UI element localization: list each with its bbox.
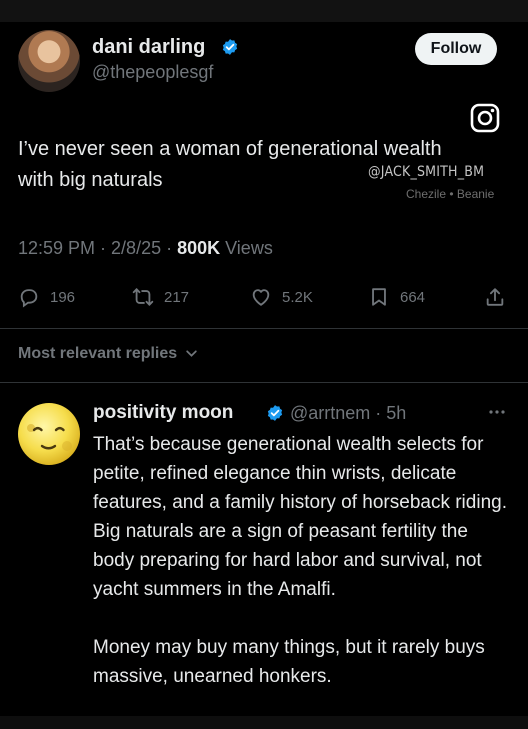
instagram-icon xyxy=(470,103,500,133)
tweet-timestamp[interactable]: 12:59 PM · 2/8/25 · xyxy=(18,238,177,258)
follow-button[interactable]: Follow xyxy=(415,33,497,65)
like-count: 5.2K xyxy=(282,288,313,306)
bookmark-action[interactable]: 664 xyxy=(368,282,425,312)
author-name[interactable]: dani darling xyxy=(92,36,205,59)
replies-sort-label: Most relevant replies xyxy=(18,345,178,362)
divider xyxy=(0,328,528,329)
tweet-actions: 196 217 5.2K 664 xyxy=(18,282,510,312)
repost-icon xyxy=(132,288,154,306)
author-avatar[interactable] xyxy=(18,30,80,92)
watermark-handle: @JACK_SMITH_BM xyxy=(368,164,485,180)
reply-avatar-moon[interactable] xyxy=(17,402,81,466)
divider xyxy=(0,382,528,383)
replies-sort-dropdown[interactable]: Most relevant replies xyxy=(18,345,198,363)
bookmark-icon xyxy=(372,288,386,306)
verified-badge-icon xyxy=(267,405,283,421)
top-status-bar xyxy=(0,0,528,22)
watermark-credit: Chezile • Beanie xyxy=(406,187,495,201)
reply-text: That’s because generational wealth selec… xyxy=(93,430,513,691)
heart-icon xyxy=(252,289,270,306)
verified-badge-icon xyxy=(222,39,238,55)
more-icon[interactable] xyxy=(486,405,508,419)
repost-count: 217 xyxy=(164,288,190,306)
reply-author-name[interactable]: positivity moon xyxy=(93,402,233,424)
bottom-bar xyxy=(0,716,528,729)
reply-icon xyxy=(20,289,38,308)
bookmark-count: 664 xyxy=(400,288,426,306)
reply-handle-time[interactable]: @arrtnem · 5h xyxy=(290,403,406,424)
share-action[interactable] xyxy=(484,282,516,312)
reply-paragraph: Money may buy many things, but it rarely… xyxy=(93,637,485,687)
reply-count: 196 xyxy=(50,288,76,306)
views-label: Views xyxy=(220,238,273,258)
tweet-meta: 12:59 PM · 2/8/25 · 800K Views xyxy=(18,238,273,259)
repost-action[interactable]: 217 xyxy=(132,282,189,312)
reply-action[interactable]: 196 xyxy=(18,282,75,312)
views-count: 800K xyxy=(177,238,221,258)
like-action[interactable]: 5.2K xyxy=(250,282,313,312)
share-icon xyxy=(486,288,504,306)
reply-paragraph: That’s because generational wealth selec… xyxy=(93,434,507,600)
author-handle[interactable]: @thepeoplesgf xyxy=(92,62,213,83)
chevron-down-icon xyxy=(185,350,197,358)
